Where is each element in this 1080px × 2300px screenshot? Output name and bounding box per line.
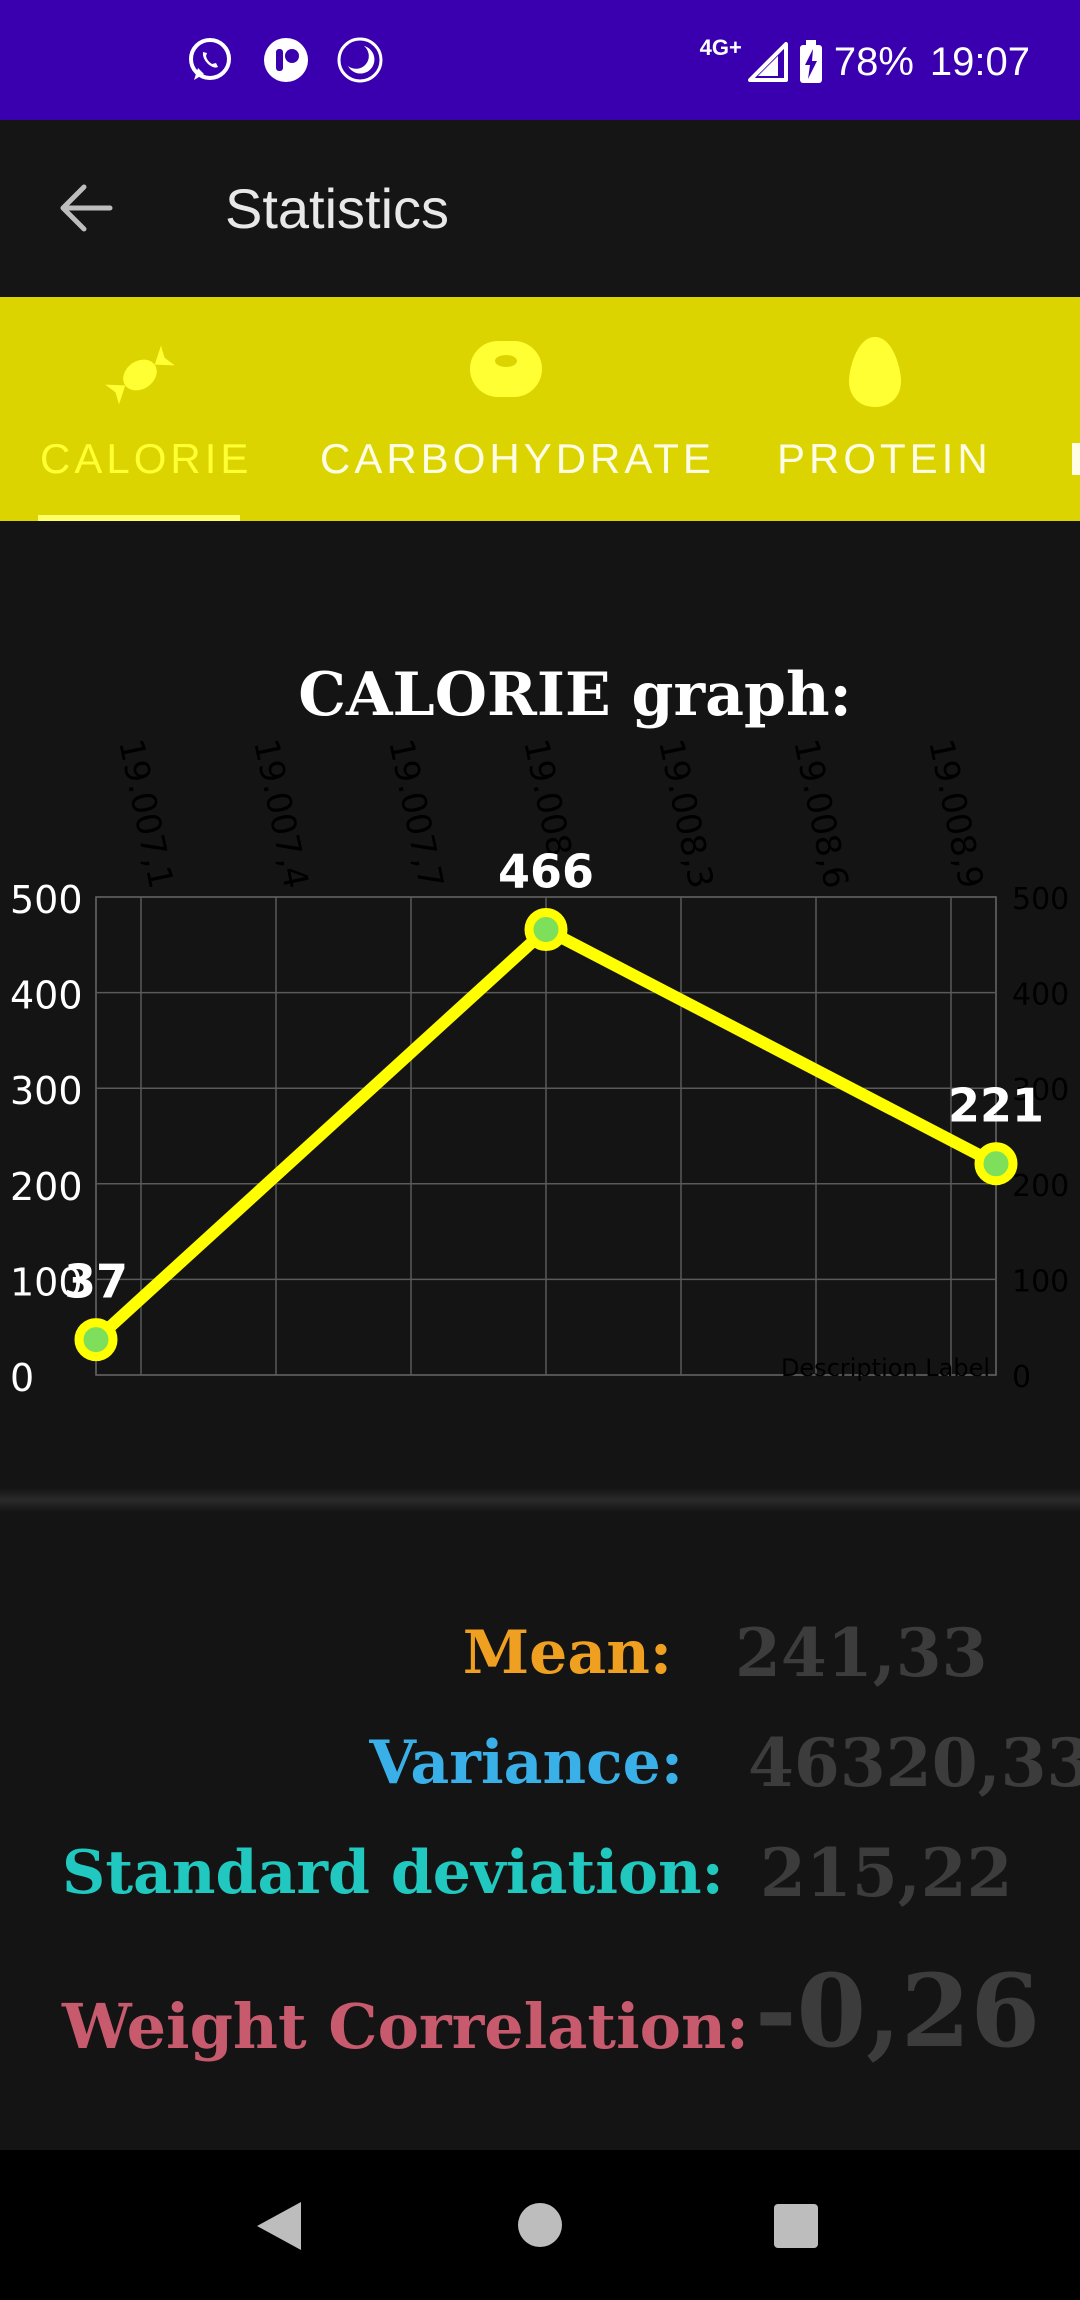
next-tab-partial[interactable] [1072,443,1080,475]
y-tick-label-left: 0 [10,1356,34,1400]
mean-value: 241,33 [735,1614,988,1692]
system-nav-bar [0,2150,1080,2300]
donut-icon [470,341,542,397]
data-label: 221 [948,1079,1044,1133]
x-tick-label: 19.008,6 [785,736,856,892]
y-tick-label-right: 400 [1012,978,1069,1013]
data-label: 466 [498,845,594,899]
std-dev-value: 215,22 [760,1834,1013,1912]
x-tick-label: 19.007,7 [380,736,451,892]
whatsapp-icon [189,38,231,80]
tab-carbohydrate[interactable]: CARBOHYDRATE [320,297,711,521]
status-right: 4G+ 78% 19:07 [700,34,1030,90]
app-bar: Statistics [0,120,1080,297]
nutrient-tabs: CALORIE CARBOHYDRATE PROTEIN [0,297,1080,521]
moon-icon [337,37,383,83]
data-point [974,1142,1018,1186]
chart-description: Description Label [781,1354,990,1382]
x-tick-label: 19.008,3 [650,736,721,892]
y-tick-label-left: 400 [10,974,83,1018]
battery-level: 78% [833,39,914,84]
back-triangle-icon[interactable] [255,2200,303,2252]
x-tick-label: 19.008,9 [920,736,991,892]
variance-value: 46320,33 [748,1724,1080,1802]
y-tick-label-right: 100 [1012,1264,1069,1299]
data-point [74,1318,118,1362]
x-tick-label: 19.008 [515,736,579,861]
recents-square-icon[interactable] [772,2202,820,2250]
x-tick-label: 19.007,4 [245,736,316,892]
y-tick-label-left: 300 [10,1069,83,1113]
signal-icon [747,42,788,82]
weight-correlation-label: Weight Correlation: [62,1990,749,2063]
arrow-left-icon[interactable] [58,182,114,234]
y-tick-label-right: 0 [1012,1360,1031,1395]
egg-icon [849,337,901,407]
y-tick-label-right: 500 [1012,882,1069,917]
y-tick-label-left: 200 [10,1165,83,1209]
tab-calorie-label: CALORIE [40,435,253,482]
clock: 19:07 [929,39,1030,84]
tab-protein[interactable]: PROTEIN [777,297,997,521]
x-tick-label: 19.007,1 [110,736,181,892]
status-bar: 4G+ 78% 19:07 [0,0,1080,120]
section-divider [0,1488,1080,1512]
tab-calorie[interactable]: CALORIE [40,297,250,521]
y-tick-label-left: 500 [10,878,83,922]
battery-charging-icon [799,40,822,83]
page-title: Statistics [225,177,450,240]
home-circle-icon[interactable] [517,2202,563,2248]
calorie-line-chart: 0 0100 100200 200300 300400 400500 50019.007,1… [10,736,1069,1400]
weight-correlation-value: -0,26 [755,1952,1041,2070]
variance-label: Variance: [369,1728,683,1798]
notification-app-icon [264,38,308,82]
tab-carbohydrate-label: CARBOHYDRATE [320,435,715,482]
y-tick-label-right: 200 [1012,1169,1069,1204]
network-type: 4G+ [699,35,742,60]
active-tab-indicator [38,515,240,521]
std-dev-label: Standard deviation: [62,1838,724,1908]
mean-label: Mean: [462,1618,672,1688]
tab-protein-label: PROTEIN [777,435,992,482]
data-label: 37 [64,1255,128,1309]
data-point [524,908,568,952]
candy-icon [105,345,175,405]
